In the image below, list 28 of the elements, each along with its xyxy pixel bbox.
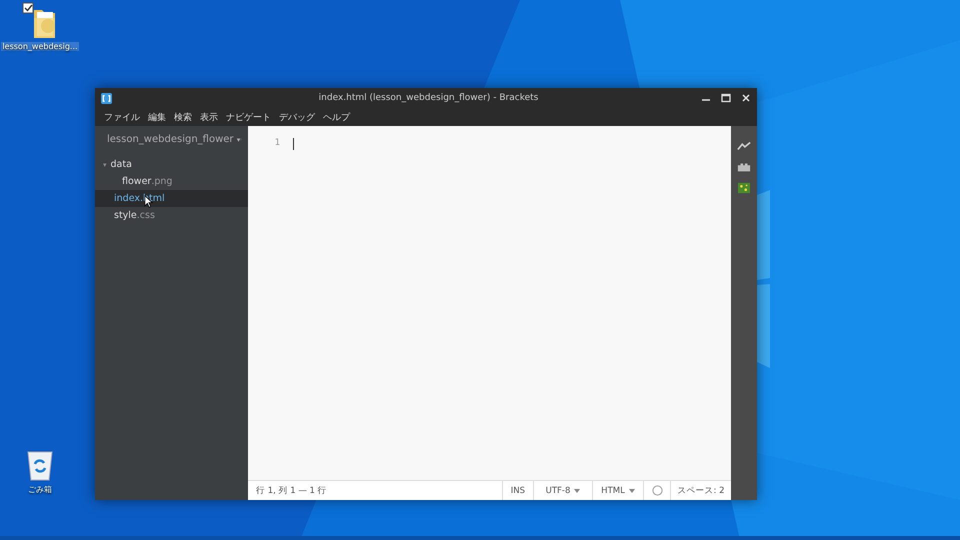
- file-tree-item[interactable]: index.html: [95, 190, 248, 207]
- maximize-icon[interactable]: [721, 93, 731, 103]
- folder-icon[interactable]: [22, 2, 58, 40]
- extension-icon[interactable]: [737, 182, 751, 194]
- menu-item[interactable]: ナビゲート: [226, 110, 271, 124]
- cursor-position: 行 1, 列 1 — 1 行: [255, 484, 328, 496]
- close-icon[interactable]: [741, 93, 751, 103]
- insert-mode[interactable]: INS: [502, 481, 533, 500]
- menu-item[interactable]: 検索: [174, 110, 192, 124]
- text-cursor: [293, 138, 294, 150]
- brackets-icon: [101, 92, 112, 104]
- file-tree-item[interactable]: style.css: [95, 207, 248, 224]
- caret-icon: [628, 488, 635, 492]
- menu-item[interactable]: ファイル: [104, 110, 140, 124]
- menu-item[interactable]: ヘルプ: [323, 110, 350, 124]
- file-tree-item[interactable]: flower.png: [95, 173, 248, 190]
- extension-brick-icon[interactable]: [737, 161, 751, 173]
- live-preview-icon[interactable]: [737, 140, 751, 152]
- menu-item[interactable]: 編集: [148, 110, 166, 124]
- desktop-icon-label[interactable]: ごみ箱: [27, 484, 53, 495]
- caret-icon: [574, 488, 580, 492]
- line-number: 1: [274, 138, 280, 148]
- menu-item[interactable]: デバッグ: [279, 110, 315, 124]
- language-dropdown[interactable]: HTML: [592, 481, 643, 500]
- window-title: index.html (lesson_webdesign_flower) - Brackets: [318, 93, 540, 103]
- encoding-dropdown[interactable]: UTF-8: [533, 481, 592, 500]
- menu-item[interactable]: 表示: [200, 110, 218, 124]
- linter-status-icon[interactable]: [652, 485, 662, 496]
